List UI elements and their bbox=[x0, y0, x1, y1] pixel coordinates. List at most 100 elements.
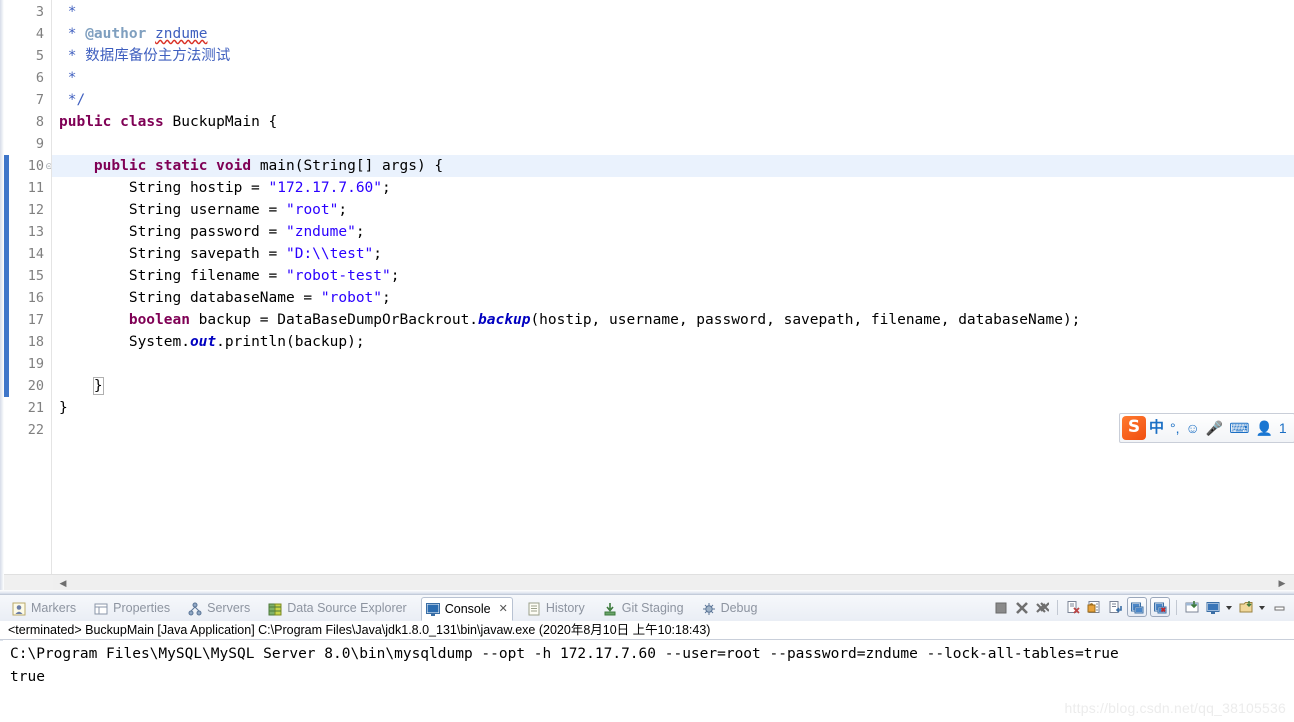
tab-markers[interactable]: Markers bbox=[8, 597, 80, 620]
code-token-cmt: * 数据库备份主方法测试 bbox=[59, 48, 231, 64]
code-line[interactable]: * bbox=[52, 67, 1294, 89]
line-number[interactable]: 16 bbox=[4, 287, 44, 309]
editor-body[interactable]: 3 4 5 6 7 8 9 10 ⊝ 11 12 13 14 15 16 17 18 19 20 21 22 * * @… bbox=[4, 0, 1294, 574]
editor-line-number-gutter[interactable]: 3 4 5 6 7 8 9 10 ⊝ 11 12 13 14 15 16 17 18 19 20 21 22 bbox=[4, 0, 53, 574]
code-line[interactable]: * 数据库备份主方法测试 bbox=[52, 45, 1294, 67]
tab-history[interactable]: History bbox=[523, 597, 589, 620]
show-console-stderr-icon[interactable] bbox=[1150, 597, 1170, 617]
line-number[interactable]: 19 bbox=[4, 353, 44, 375]
scroll-lock-icon[interactable] bbox=[1085, 598, 1103, 616]
stop-square-icon[interactable] bbox=[991, 598, 1009, 616]
line-number[interactable]: 14 bbox=[4, 243, 44, 265]
chinese-mode-icon[interactable]: 中 bbox=[1146, 418, 1167, 438]
code-line[interactable]: public static void main(String[] args) { bbox=[52, 155, 1294, 177]
chevron-down-icon[interactable] bbox=[1258, 598, 1267, 616]
tab-label: Properties bbox=[113, 601, 171, 615]
code-line[interactable]: String username = "root"; bbox=[52, 199, 1294, 221]
line-number[interactable]: 22 bbox=[4, 419, 44, 441]
tab-console[interactable]: Console ✕ bbox=[420, 597, 513, 621]
line-number[interactable]: 11 bbox=[4, 177, 44, 199]
tab-git-staging[interactable]: Git Staging bbox=[599, 597, 688, 620]
minimize-icon bbox=[1274, 606, 1285, 611]
code-line[interactable]: } bbox=[52, 397, 1294, 419]
code-line[interactable]: } bbox=[52, 375, 1294, 397]
console-toolbar[interactable] bbox=[991, 597, 1288, 617]
line-number[interactable]: 12 bbox=[4, 199, 44, 221]
display-selected-console-icon[interactable] bbox=[1204, 598, 1222, 616]
editor-code-area[interactable]: * * @author zndume * 数据库备份主方法测试 * */ publ… bbox=[52, 0, 1294, 574]
code-line[interactable]: public class BuckupMain { bbox=[52, 111, 1294, 133]
code-line[interactable] bbox=[52, 353, 1294, 375]
editor-horizontal-scrollbar[interactable]: ◀ ▶ bbox=[4, 574, 1294, 591]
code-token-plain: ; bbox=[373, 246, 383, 262]
user-account-icon[interactable]: 👤 bbox=[1252, 418, 1275, 438]
code-line[interactable]: boolean backup = DataBaseDumpOrBackrout.… bbox=[52, 309, 1294, 331]
line-number[interactable]: 9 bbox=[4, 133, 44, 155]
line-number[interactable]: 10 bbox=[4, 155, 44, 177]
code-token-kw: public bbox=[59, 114, 112, 130]
line-number[interactable]: 20 bbox=[4, 375, 44, 397]
open-console-icon[interactable] bbox=[1237, 598, 1255, 616]
code-line[interactable] bbox=[52, 133, 1294, 155]
code-line[interactable] bbox=[52, 419, 1294, 441]
line-number[interactable]: 21 bbox=[4, 397, 44, 419]
line-number[interactable]: 15 bbox=[4, 265, 44, 287]
pin-console-icon[interactable] bbox=[1183, 598, 1201, 616]
line-number[interactable]: 7 bbox=[4, 89, 44, 111]
code-line[interactable]: System.out.println(backup); bbox=[52, 331, 1294, 353]
code-token-fld: backup bbox=[478, 312, 531, 328]
sogou-ime-toolbar[interactable]: S 中 °, ☺ 🎤 ⌨ 👤 1 bbox=[1119, 413, 1294, 443]
minimize-icon[interactable] bbox=[1270, 598, 1288, 616]
line-number[interactable]: 6 bbox=[4, 67, 44, 89]
line-number[interactable]: 18 bbox=[4, 331, 44, 353]
code-line[interactable]: String filename = "robot-test"; bbox=[52, 265, 1294, 287]
code-line[interactable]: * bbox=[52, 1, 1294, 23]
console-icon bbox=[425, 602, 440, 616]
code-line[interactable]: String password = "zndume"; bbox=[52, 221, 1294, 243]
code-token-plain: String hostip = bbox=[59, 180, 269, 196]
toolbar-separator bbox=[1057, 599, 1058, 615]
chevron-down-icon[interactable] bbox=[1225, 598, 1234, 616]
code-line[interactable]: String hostip = "172.17.7.60"; bbox=[52, 177, 1294, 199]
code-line[interactable]: String databaseName = "robot"; bbox=[52, 287, 1294, 309]
scroll-right-arrow-icon[interactable]: ▶ bbox=[1274, 575, 1290, 591]
tab-label: History bbox=[545, 601, 585, 615]
remove-all-terminated-icon[interactable] bbox=[1033, 598, 1051, 616]
show-console-stdout-icon bbox=[1131, 602, 1144, 614]
tab-debug[interactable]: Debug bbox=[698, 597, 762, 620]
word-wrap-icon[interactable] bbox=[1106, 598, 1124, 616]
line-number[interactable]: 3 bbox=[4, 1, 44, 23]
tab-data-source-explorer[interactable]: Data Source Explorer bbox=[264, 597, 411, 620]
code-line[interactable]: String savepath = "D:\\test"; bbox=[52, 243, 1294, 265]
microphone-icon[interactable]: 🎤 bbox=[1203, 418, 1226, 438]
code-token-plain: (hostip, username, password, savepath, f… bbox=[530, 312, 1081, 328]
code-token-cmt: * bbox=[59, 70, 77, 86]
java-editor[interactable]: 3 4 5 6 7 8 9 10 ⊝ 11 12 13 14 15 16 17 18 19 20 21 22 * * @… bbox=[0, 0, 1294, 594]
line-number[interactable]: 8 bbox=[4, 111, 44, 133]
code-token-plain: ; bbox=[382, 290, 391, 306]
close-icon[interactable]: ✕ bbox=[499, 598, 508, 620]
show-console-stdout-icon[interactable] bbox=[1127, 597, 1147, 617]
code-line[interactable]: */ bbox=[52, 89, 1294, 111]
emoji-icon[interactable]: ☺ bbox=[1183, 418, 1203, 438]
tab-properties[interactable]: Properties bbox=[90, 597, 174, 620]
line-number[interactable]: 17 bbox=[4, 309, 44, 331]
soft-keyboard-icon[interactable]: ⌨ bbox=[1226, 418, 1252, 438]
clear-console-icon[interactable] bbox=[1064, 598, 1082, 616]
toolbar-separator bbox=[1176, 599, 1177, 615]
editor-hscroll-track[interactable] bbox=[53, 575, 1294, 591]
line-number[interactable]: 5 bbox=[4, 45, 44, 67]
scroll-left-arrow-icon[interactable]: ◀ bbox=[55, 575, 71, 591]
more-tools-icon[interactable]: 1 bbox=[1276, 418, 1290, 438]
line-number[interactable]: 13 bbox=[4, 221, 44, 243]
sogou-logo-icon[interactable]: S bbox=[1122, 416, 1146, 440]
console-icon bbox=[425, 603, 440, 616]
line-number[interactable]: 4 bbox=[4, 23, 44, 45]
code-token-plain: String databaseName = bbox=[59, 290, 321, 306]
code-line[interactable]: * @author zndume bbox=[52, 23, 1294, 45]
remove-launch-icon[interactable] bbox=[1012, 598, 1030, 616]
tab-servers[interactable]: Servers bbox=[184, 597, 254, 620]
punctuation-icon[interactable]: °, bbox=[1167, 418, 1183, 438]
